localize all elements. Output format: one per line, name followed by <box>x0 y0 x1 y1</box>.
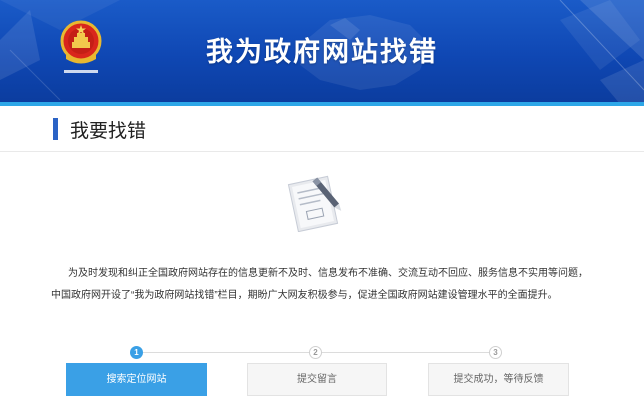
section-accent-bar <box>53 118 58 140</box>
step-number-1: 1 <box>130 346 143 359</box>
step-submit-message-button[interactable]: 提交留言 <box>247 363 387 396</box>
section-title: 我要找错 <box>70 121 147 142</box>
step-connector-1 <box>136 352 314 353</box>
step-connector-2 <box>316 352 494 353</box>
banner-title: 我为政府网站找错 <box>206 37 438 68</box>
intro-line-1: 为及时发现和纠正全国政府网站存在的信息更新不及时、信息发布不准确、交流互动不回应… <box>68 268 588 279</box>
step-number-2: 2 <box>309 346 322 359</box>
intro-text: 为及时发现和纠正全国政府网站存在的信息更新不及时、信息发布不准确、交流互动不回应… <box>0 263 644 307</box>
header-banner: 我为政府网站找错 <box>0 0 644 104</box>
step-await-feedback-button[interactable]: 提交成功，等待反馈 <box>428 363 569 396</box>
intro-line-2: 中国政府网开设了“我为政府网站找错”栏目，期盼广大网友积极参与，促进全国政府网站… <box>51 290 558 301</box>
step-search-site-button[interactable]: 搜索定位网站 <box>66 363 207 396</box>
step-number-3: 3 <box>489 346 502 359</box>
section-header: 我要找错 <box>0 106 644 152</box>
document-pen-icon <box>287 175 342 232</box>
